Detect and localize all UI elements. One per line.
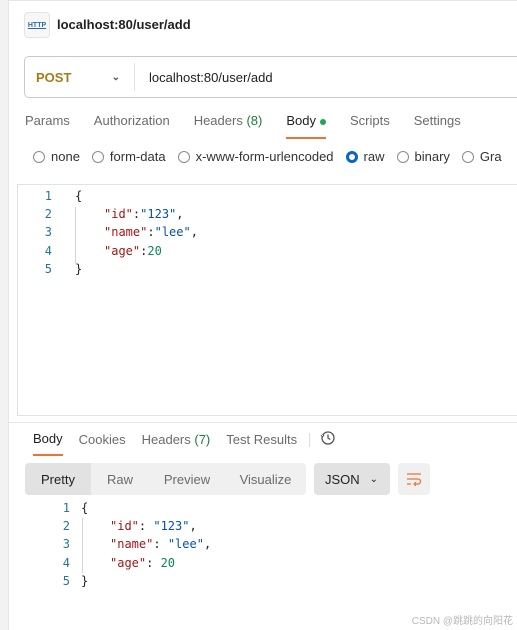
response-view-toggle: Pretty Raw Preview Visualize	[25, 463, 306, 495]
radio-label: raw	[363, 149, 385, 164]
line-number: 2	[62, 519, 70, 534]
response-tab-body[interactable]: Body	[33, 431, 63, 456]
method-label: POST	[36, 69, 72, 85]
request-body-editor[interactable]: 1 2 3 4 5 { "id":"123", "name":"lee", "a…	[17, 184, 517, 416]
url-bar: POST ⌄ localhost:80/user/add	[24, 56, 517, 98]
format-label: JSON	[325, 471, 360, 487]
divider	[309, 432, 311, 447]
radio-icon	[177, 150, 190, 163]
radio-icon	[461, 150, 474, 163]
tab-scripts[interactable]: Scripts	[350, 113, 390, 139]
radio-label: Gra	[479, 149, 502, 164]
headers-count: (8)	[246, 113, 263, 128]
tab-body[interactable]: Body	[286, 113, 326, 139]
line-number: 1	[62, 501, 70, 515]
radio-label: binary	[414, 149, 450, 164]
code-line: }	[75, 261, 83, 276]
tab-label: Body	[286, 113, 316, 128]
method-select[interactable]: POST ⌄	[25, 63, 135, 91]
view-raw[interactable]: Raw	[91, 463, 149, 495]
radio-none[interactable]: none	[33, 149, 80, 164]
history-icon[interactable]	[320, 430, 336, 449]
response-tabs: Body Cookies Headers (7) Test Results	[33, 431, 336, 456]
request-tabs: Params Authorization Headers (8) Body Sc…	[25, 113, 485, 139]
radio-form-data[interactable]: form-data	[91, 149, 166, 164]
view-preview[interactable]: Preview	[149, 463, 225, 495]
watermark: CSDN @跳跳的向阳花	[411, 616, 513, 627]
body-type-radios: none form-data x-www-form-urlencoded raw…	[33, 149, 514, 164]
view-pretty[interactable]: Pretty	[25, 463, 91, 495]
divider	[9, 422, 517, 423]
radio-icon	[33, 150, 45, 163]
line-number: 3	[62, 537, 70, 552]
wrap-lines-button[interactable]	[398, 463, 430, 495]
tab-label: Headers	[193, 113, 243, 128]
code-line: "age": 20	[110, 555, 176, 570]
response-line-numbers: 1 2 3 4 5	[50, 499, 70, 590]
response-tab-test-results[interactable]: Test Results	[226, 432, 297, 455]
radio-label: x-www-form-urlencoded	[195, 149, 334, 164]
tab-settings[interactable]: Settings	[414, 113, 461, 139]
view-visualize[interactable]: Visualize	[225, 463, 306, 495]
code-line: {	[81, 501, 89, 515]
radio-raw[interactable]: raw	[345, 149, 385, 164]
tab-authorization[interactable]: Authorization	[94, 113, 170, 139]
code-line: "name": "lee",	[110, 537, 212, 552]
radio-urlencoded[interactable]: x-www-form-urlencoded	[177, 149, 334, 164]
http-icon: HTTP	[24, 12, 50, 38]
radio-graphql[interactable]: Gra	[461, 149, 502, 164]
code-line: "id": "123",	[110, 519, 197, 534]
line-numbers: 1 2 3 4 5	[32, 187, 52, 278]
request-title[interactable]: localhost:80/user/add	[57, 17, 191, 32]
line-number: 2	[44, 207, 52, 222]
line-number: 5	[44, 261, 52, 276]
radio-icon	[396, 150, 409, 163]
wrap-lines-icon	[407, 473, 422, 486]
radio-selected-icon	[345, 150, 358, 163]
response-body: { "id": "123", "name": "lee", "age": 20 …	[81, 499, 211, 590]
line-number: 3	[44, 225, 52, 240]
radio-label: none	[51, 149, 80, 164]
format-select[interactable]: JSON ⌄	[314, 463, 390, 495]
chevron-down-icon: ⌄	[111, 71, 120, 83]
code-line: {	[75, 189, 83, 203]
tab-label: Headers	[141, 432, 191, 447]
headers-count: (7)	[194, 432, 211, 447]
code-line: "age":20	[104, 243, 162, 258]
response-tab-headers[interactable]: Headers (7)	[142, 432, 211, 455]
line-number: 4	[62, 555, 70, 570]
left-sidebar-strip	[0, 0, 9, 630]
url-input[interactable]: localhost:80/user/add	[135, 70, 273, 85]
radio-icon	[91, 150, 104, 163]
code-content: { "id":"123", "name":"lee", "age":20 }	[75, 187, 198, 278]
line-number: 5	[62, 573, 70, 588]
chevron-down-icon: ⌄	[369, 473, 378, 485]
line-number: 1	[44, 189, 52, 203]
code-line: "name":"lee",	[104, 225, 198, 240]
tab-params[interactable]: Params	[25, 113, 70, 139]
modified-dot-icon	[319, 118, 326, 125]
tab-headers[interactable]: Headers (8)	[194, 113, 263, 139]
radio-label: form-data	[109, 149, 166, 164]
line-number: 4	[44, 243, 52, 258]
divider	[9, 0, 517, 1]
response-tab-cookies[interactable]: Cookies	[79, 432, 126, 455]
radio-binary[interactable]: binary	[396, 149, 450, 164]
code-line: }	[81, 573, 89, 588]
code-line: "id":"123",	[104, 207, 184, 222]
